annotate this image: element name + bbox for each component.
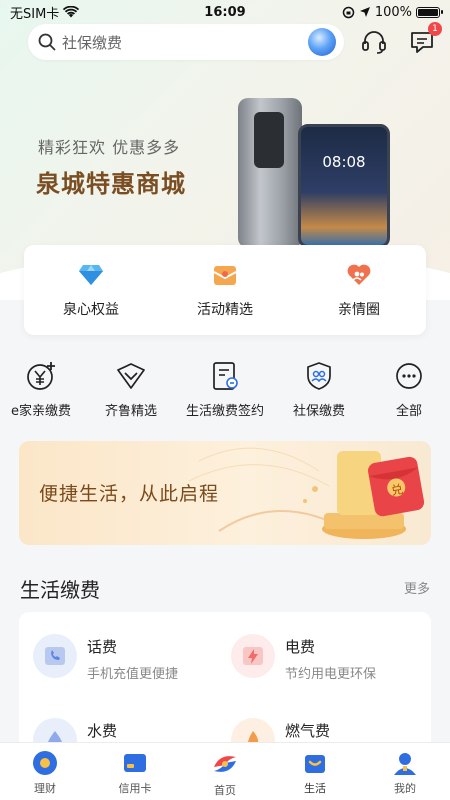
tab-profile[interactable]: 我的 (360, 743, 450, 800)
header-row: 社保缴费 1 (28, 22, 442, 60)
status-time: 16:09 (204, 4, 246, 20)
battery-level (418, 8, 438, 16)
search-input[interactable]: 社保缴费 (62, 32, 308, 53)
quick-action-label: e家亲缴费 (11, 404, 71, 419)
quick-action-qilu-select[interactable]: 齐鲁精选 (96, 360, 166, 432)
tab-label: 我的 (394, 782, 416, 795)
feature-label: 亲情圈 (338, 302, 380, 318)
tab-label: 信用卡 (118, 782, 152, 795)
banner-subtitle: 精彩狂欢 优惠多多 (38, 138, 181, 157)
battery-icon (416, 6, 443, 18)
quick-action-all[interactable]: 全部 (374, 360, 444, 432)
tab-home[interactable]: 首页 (180, 743, 270, 800)
phone-camera-module (254, 112, 284, 168)
life-bag-icon (305, 755, 325, 773)
profile-icon (394, 753, 416, 775)
feature-card: 泉心权益 活动精选 亲情圈 (24, 245, 426, 335)
tab-credit-card[interactable]: 信用卡 (90, 743, 180, 800)
feature-label: 活动精选 (197, 302, 253, 318)
bill-name: 水费 (87, 722, 118, 740)
credit-card-icon (124, 754, 146, 772)
bill-text: 水费 (87, 718, 117, 741)
bill-text: 燃气费 (285, 718, 330, 741)
bottom-tab-bar: 理财 信用卡 首页 生活 我的 (0, 742, 450, 800)
tab-label: 首页 (214, 784, 236, 797)
quick-action-label: 全部 (395, 404, 422, 419)
tab-life[interactable]: 生活 (270, 743, 360, 800)
bills-card: 话费 手机充值更便捷 电费 节约用电更环保 水费 燃气费 (19, 612, 431, 752)
status-left: 无SIM卡 (10, 3, 160, 22)
bill-item-phone[interactable]: 话费 手机充值更便捷 (33, 634, 178, 682)
bill-name: 燃气费 (285, 722, 331, 740)
tab-label: 理财 (34, 782, 56, 795)
notification-badge: 1 (428, 22, 442, 36)
location-arrow-icon (359, 7, 370, 17)
feature-label: 泉心权益 (63, 302, 119, 318)
header-actions: 1 (360, 22, 442, 56)
section-more-link[interactable]: 更多 (404, 578, 430, 597)
carrier-text: 无SIM卡 (10, 6, 60, 22)
phone-wallpaper (301, 127, 387, 245)
wealth-icon (33, 751, 57, 775)
quick-actions: e家亲缴费 齐鲁精选 生活缴费签约 社保缴费 全部 (0, 360, 450, 432)
gift-box-icon (213, 266, 237, 285)
status-right: 100% (290, 4, 443, 20)
quick-action-family-payment[interactable]: e家亲缴费 (6, 360, 76, 432)
search-bar[interactable]: 社保缴费 (28, 24, 344, 60)
bill-item-electric[interactable]: 电费 节约用电更环保 (231, 634, 376, 682)
contract-icon (213, 362, 238, 390)
battery-text: 100% (374, 4, 412, 20)
feature-item-rights[interactable]: 泉心权益 (24, 245, 158, 335)
tab-wealth[interactable]: 理财 (0, 743, 90, 800)
banner-phone-screen: 08:08 (298, 124, 390, 248)
feature-item-activities[interactable]: 活动精选 (158, 245, 292, 335)
phone-bill-icon (33, 634, 77, 678)
messages-button[interactable]: 1 (408, 22, 442, 56)
bill-desc: 手机充值更便捷 (87, 667, 179, 682)
family-heart-icon (347, 264, 371, 285)
feature-item-family[interactable]: 亲情圈 (292, 245, 426, 335)
section-title: 生活缴费 (20, 578, 100, 602)
quick-action-social-security[interactable]: 社保缴费 (284, 360, 354, 432)
quick-action-bill-contract[interactable]: 生活缴费签约 (186, 360, 264, 432)
yuan-plus-icon (27, 362, 55, 390)
bill-text: 电费 节约用电更环保 (285, 634, 376, 682)
chevron-badge-icon (117, 363, 145, 389)
tab-label: 生活 (304, 782, 326, 795)
headset-icon (362, 31, 386, 54)
promo-text: 便捷生活，从此启程 (39, 483, 220, 505)
search-icon (38, 33, 56, 51)
phone-screen-time: 08:08 (322, 153, 366, 171)
banner-title[interactable]: 泉城特惠商城 (36, 164, 186, 199)
promo-banner[interactable]: 便捷生活，从此启程 兑 (19, 441, 431, 545)
quick-action-label: 社保缴费 (292, 404, 345, 419)
bill-desc: 节约用电更环保 (285, 667, 377, 682)
diamond-icon (79, 265, 103, 285)
more-dots-icon (396, 363, 422, 389)
bill-text: 话费 手机充值更便捷 (87, 634, 178, 682)
shield-people-icon (307, 362, 331, 390)
rotation-lock-icon (342, 6, 355, 18)
home-logo-icon (214, 756, 236, 772)
wifi-icon (63, 6, 80, 18)
quick-action-label: 齐鲁精选 (104, 404, 157, 419)
bill-name: 电费 (285, 638, 316, 656)
quick-action-label: 生活缴费签约 (185, 404, 264, 419)
voice-assistant-icon[interactable] (308, 28, 336, 56)
electric-bill-icon (231, 634, 275, 678)
customer-service-button[interactable] (360, 28, 388, 56)
bill-name: 话费 (87, 638, 118, 656)
status-bar: 无SIM卡 16:09 100% (0, 0, 450, 24)
